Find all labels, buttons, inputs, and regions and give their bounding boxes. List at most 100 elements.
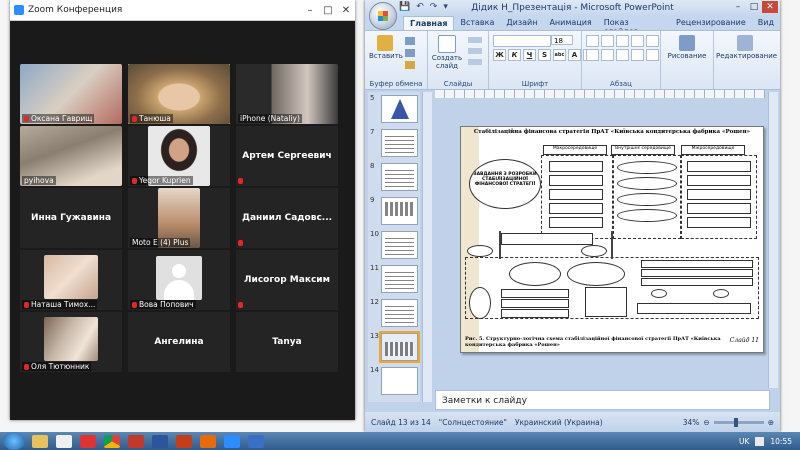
participant-tile-active-speaker[interactable]: Танюша bbox=[128, 64, 230, 124]
drawing-button[interactable]: Рисование bbox=[667, 33, 707, 60]
maximize-button[interactable]: □ bbox=[746, 1, 762, 13]
powerpoint-icon[interactable] bbox=[176, 434, 192, 448]
tab-review[interactable]: Рецензирование bbox=[670, 16, 752, 30]
participant-tile[interactable]: Tanya bbox=[236, 312, 338, 372]
minimize-button[interactable]: – bbox=[730, 1, 746, 13]
slide-thumbnail[interactable]: 10 bbox=[370, 230, 418, 260]
word2-icon[interactable] bbox=[248, 434, 264, 448]
start-button[interactable] bbox=[3, 432, 25, 450]
zoom-level[interactable]: 34% bbox=[683, 418, 700, 427]
undo-icon[interactable]: ↶ bbox=[416, 2, 424, 12]
slide-thumbnail-selected[interactable]: 13 bbox=[370, 331, 420, 363]
participant-tile[interactable]: pyihova bbox=[20, 126, 122, 186]
font-color-button[interactable]: A bbox=[568, 49, 581, 61]
group-label: Шрифт bbox=[521, 80, 549, 88]
align-right-icon[interactable] bbox=[616, 49, 629, 61]
zoom-in-icon[interactable]: ⊕ bbox=[768, 418, 774, 427]
notes-pane[interactable]: Заметки к слайду bbox=[435, 390, 770, 410]
slide-scrollbar[interactable] bbox=[768, 92, 778, 388]
tab-animation[interactable]: Анимация bbox=[543, 16, 597, 30]
participant-tile[interactable]: Наташа Тимох... bbox=[20, 250, 122, 310]
editing-button[interactable]: Редактирование bbox=[716, 33, 777, 60]
participant-tile[interactable]: Оксана Гаврищ bbox=[20, 64, 122, 124]
slide-thumbnail[interactable]: 12 bbox=[370, 298, 418, 328]
participant-tile[interactable]: Yegor Kuprien bbox=[128, 126, 230, 186]
slide-thumbnail[interactable]: 5 bbox=[370, 94, 418, 124]
layout-icon[interactable] bbox=[468, 37, 482, 43]
slide-thumbnail[interactable]: 7 bbox=[370, 128, 418, 158]
customize-qat-icon[interactable]: ▾ bbox=[443, 2, 448, 12]
slide-number-label: Слайд 11 bbox=[729, 337, 759, 344]
numbering-icon[interactable] bbox=[601, 35, 614, 47]
language-indicator[interactable]: UK bbox=[739, 437, 749, 446]
participant-tile[interactable]: Лисогор Максим bbox=[236, 250, 338, 310]
slide-thumbnail[interactable]: 8 bbox=[370, 162, 418, 192]
word-icon[interactable] bbox=[152, 434, 168, 448]
participant-name: Артем Сергеевич bbox=[242, 151, 332, 161]
tab-design[interactable]: Дизайн bbox=[500, 16, 543, 30]
participant-tile[interactable]: iPhone (Nataliy) bbox=[236, 64, 338, 124]
zoom-out-icon[interactable]: ⊖ bbox=[703, 418, 709, 427]
tab-slideshow[interactable]: Показ слайдов bbox=[598, 16, 670, 36]
tab-home[interactable]: Главная bbox=[403, 16, 455, 30]
participant-tile[interactable]: Оля Тютюнник bbox=[20, 312, 122, 372]
language-indicator[interactable]: Украинский (Украина) bbox=[515, 418, 603, 427]
font-size-combo[interactable]: 18 bbox=[551, 35, 573, 45]
save-icon[interactable]: 💾 bbox=[399, 2, 410, 12]
participant-tile[interactable]: Ангелина bbox=[128, 312, 230, 372]
redo-icon[interactable]: ↷ bbox=[430, 2, 438, 12]
bold-button[interactable]: Ж bbox=[493, 49, 506, 61]
tab-insert[interactable]: Вставка bbox=[454, 16, 500, 30]
indent-less-icon[interactable] bbox=[616, 35, 629, 47]
explorer-icon[interactable] bbox=[32, 434, 48, 448]
columns-icon[interactable] bbox=[646, 49, 659, 61]
close-button[interactable]: ✕ bbox=[762, 1, 778, 13]
participant-tile[interactable]: Вова Попович bbox=[128, 250, 230, 310]
zoom-title: Zoom Конференция bbox=[28, 5, 123, 15]
shadow-button[interactable]: S bbox=[538, 49, 551, 61]
mic-muted-icon bbox=[132, 177, 137, 184]
zoom-app-icon[interactable] bbox=[224, 434, 240, 448]
shield-icon[interactable] bbox=[80, 434, 96, 448]
format-painter-icon[interactable] bbox=[405, 61, 415, 69]
align-center-icon[interactable] bbox=[601, 49, 614, 61]
participant-tile[interactable]: Даниил Садовс... bbox=[236, 188, 338, 248]
chrome-icon[interactable] bbox=[104, 434, 120, 448]
strikethrough-button[interactable]: abc bbox=[553, 49, 566, 61]
slide-thumbnail[interactable]: 9 bbox=[370, 196, 418, 226]
justify-icon[interactable] bbox=[631, 49, 644, 61]
participant-tile[interactable]: Артем Сергеевич bbox=[236, 126, 338, 186]
maximize-button[interactable]: □ bbox=[319, 5, 337, 16]
paste-button[interactable]: Вставить bbox=[369, 33, 403, 60]
delete-slide-icon[interactable] bbox=[468, 59, 482, 65]
cut-icon[interactable] bbox=[405, 37, 415, 45]
bullets-icon[interactable] bbox=[586, 35, 599, 47]
thumbnails-scrollbar[interactable] bbox=[422, 92, 432, 402]
zoom-slider[interactable] bbox=[713, 417, 764, 427]
align-left-icon[interactable] bbox=[586, 49, 599, 61]
office-button[interactable] bbox=[369, 2, 397, 30]
line-spacing-icon[interactable] bbox=[646, 35, 659, 47]
font-name-combo[interactable] bbox=[493, 35, 551, 47]
new-slide-button[interactable]: Создать слайд bbox=[430, 33, 464, 70]
underline-button[interactable]: Ч bbox=[523, 49, 536, 61]
copy-icon[interactable] bbox=[405, 49, 415, 57]
indent-more-icon[interactable] bbox=[631, 35, 644, 47]
participant-tile[interactable]: Moto E (4) Plus bbox=[128, 188, 230, 248]
italic-button[interactable]: К bbox=[508, 49, 521, 61]
browser-icon[interactable] bbox=[56, 434, 72, 448]
avatar bbox=[156, 256, 202, 300]
action-center-icon[interactable] bbox=[755, 436, 765, 446]
tab-view[interactable]: Вид bbox=[752, 16, 780, 30]
slide-thumbnail[interactable]: 14 bbox=[370, 366, 418, 396]
participant-tile[interactable]: Инна Гужавина bbox=[20, 188, 122, 248]
reset-icon[interactable] bbox=[468, 48, 482, 54]
minimize-button[interactable]: – bbox=[301, 5, 319, 16]
pdf-icon[interactable] bbox=[128, 434, 144, 448]
ppt-orange-icon[interactable] bbox=[200, 434, 216, 448]
clock[interactable]: 10:55 bbox=[770, 437, 792, 446]
taskbar: UK 10:55 bbox=[0, 432, 800, 450]
slide-thumbnail[interactable]: 11 bbox=[370, 264, 418, 294]
slide-canvas[interactable]: Стабілізаційна фінансова стратегія ПрАТ … bbox=[460, 126, 764, 353]
close-button[interactable]: ✕ bbox=[337, 5, 355, 16]
